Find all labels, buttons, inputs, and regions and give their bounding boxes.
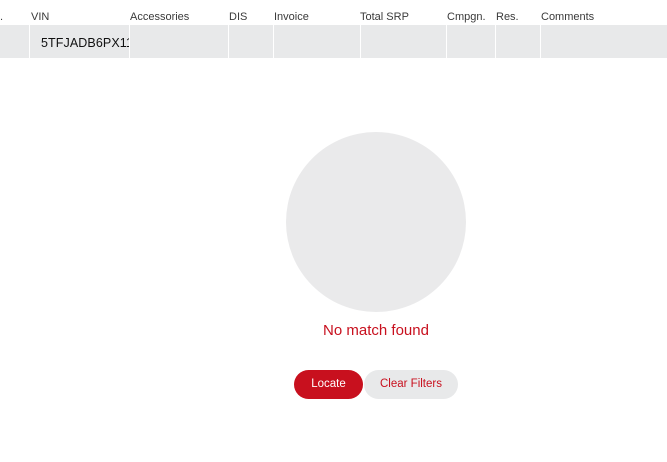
filter-cell-cmpgn[interactable]	[446, 25, 495, 58]
filter-cell-accessories[interactable]	[129, 25, 228, 58]
filter-cell-total-srp[interactable]	[360, 25, 446, 58]
filter-cell-res[interactable]	[495, 25, 540, 58]
column-header-truncated[interactable]: .	[0, 0, 8, 25]
column-header-accessories[interactable]: Accessories	[130, 0, 225, 25]
column-header-invoice[interactable]: Invoice	[274, 0, 358, 25]
locate-button[interactable]: Locate	[294, 370, 363, 399]
no-match-message: No match found	[323, 322, 429, 339]
column-header-comments[interactable]: Comments	[541, 0, 667, 25]
table-header-row: . VIN Accessories DIS Invoice Total SRP …	[0, 0, 667, 25]
inventory-table: . VIN Accessories DIS Invoice Total SRP …	[0, 0, 667, 58]
column-header-res[interactable]: Res.	[496, 0, 538, 25]
clear-filters-button[interactable]: Clear Filters	[364, 370, 458, 399]
column-header-vin[interactable]: VIN	[31, 0, 126, 25]
column-header-total-srp[interactable]: Total SRP	[360, 0, 444, 25]
table-filter-row: 5TFJADB6PX11	[0, 25, 667, 58]
empty-state-placeholder-image	[286, 132, 466, 312]
vin-filter-value[interactable]: 5TFJADB6PX11	[41, 25, 129, 62]
filter-cell-invoice[interactable]	[273, 25, 360, 58]
filter-cell-truncated[interactable]	[0, 25, 29, 58]
empty-state: No match found Locate Clear Filters	[0, 58, 667, 462]
column-header-cmpgn[interactable]: Cmpgn.	[447, 0, 493, 25]
filter-cell-comments[interactable]	[540, 25, 667, 58]
filter-cell-vin[interactable]: 5TFJADB6PX11	[29, 25, 129, 58]
column-header-dis[interactable]: DIS	[229, 0, 271, 25]
filter-cell-dis[interactable]	[228, 25, 273, 58]
